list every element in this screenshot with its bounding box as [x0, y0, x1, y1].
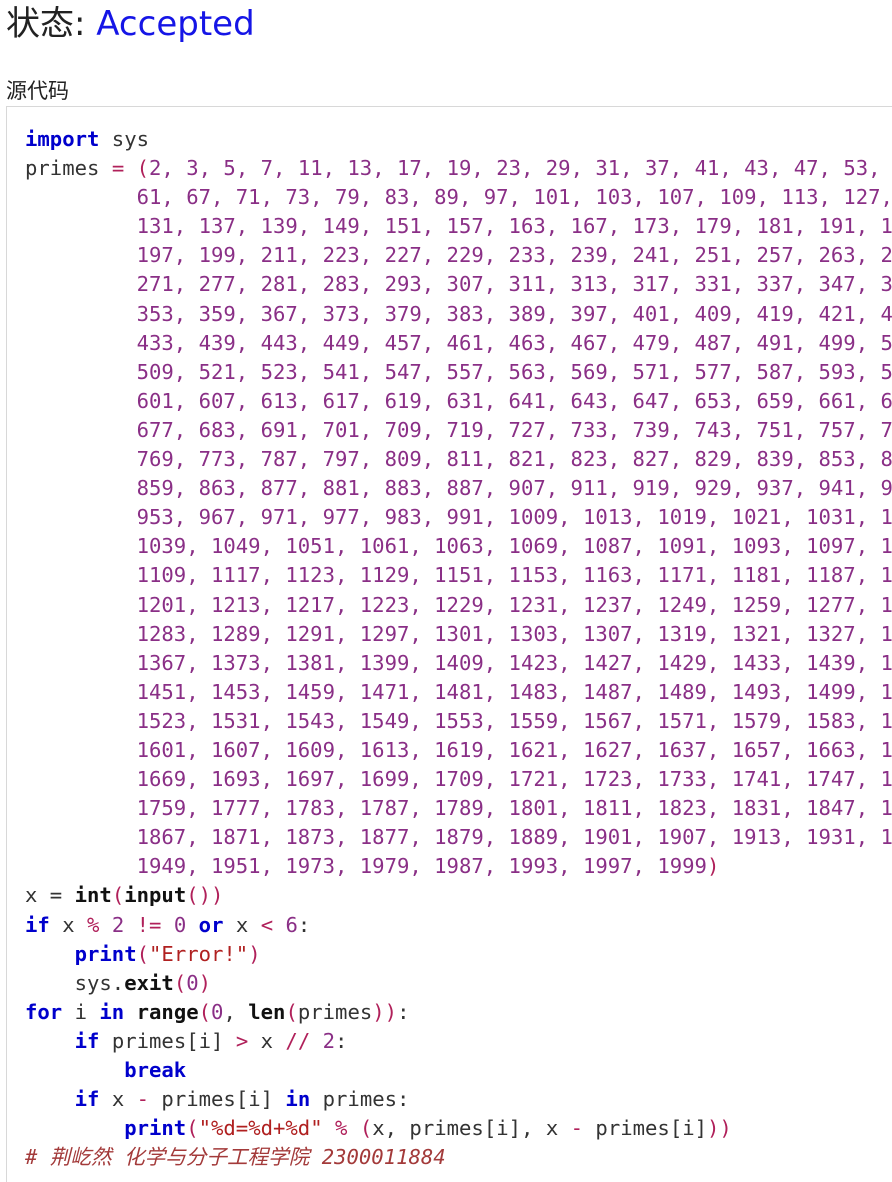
code-keyword: if — [25, 912, 50, 937]
code-number-line: 769, 773, 787, 797, 809, 811, 821, 823, … — [136, 447, 892, 472]
code-number-line: 1283, 1289, 1291, 1297, 1301, 1303, 1307… — [136, 621, 892, 646]
code-number-line: 61, 67, 71, 73, 79, 83, 89, 97, 101, 103… — [136, 185, 892, 210]
status-label: 状态: — [6, 4, 97, 44]
code-builtin: input — [124, 883, 187, 908]
code-number-line: 677, 683, 691, 701, 709, 719, 727, 733, … — [136, 417, 892, 442]
code-text: primes — [25, 156, 100, 181]
code-string: "%d=%d+%d" — [198, 1116, 323, 1141]
code-keyword: import — [25, 127, 100, 151]
status-line: 状态: Accepted — [6, 0, 255, 48]
code-builtin: exit — [124, 970, 174, 995]
code-builtin: int — [74, 883, 112, 908]
code-operator: = — [111, 156, 125, 181]
code-paren: ) — [706, 854, 720, 879]
code-number-line: 1109, 1117, 1123, 1129, 1151, 1153, 1163… — [136, 563, 892, 588]
source-code-box[interactable]: import sys primes = (2, 3, 5, 7, 11, 13,… — [6, 106, 892, 1182]
code-keyword: for — [25, 999, 63, 1024]
code-number-line: 1367, 1373, 1381, 1399, 1409, 1423, 1427… — [136, 650, 892, 675]
code-number-line: 509, 521, 523, 541, 547, 557, 563, 569, … — [136, 359, 892, 384]
code-number-line: 353, 359, 367, 373, 379, 383, 389, 397, … — [136, 301, 892, 326]
code-text: sys — [99, 127, 150, 151]
code-number-line: 1451, 1453, 1459, 1471, 1481, 1483, 1487… — [136, 679, 892, 704]
code-comment: # 荆屹然 化学与分子工程学院 2300011884 — [25, 1145, 446, 1170]
code-block: import sys primes = (2, 3, 5, 7, 11, 13,… — [25, 125, 892, 1172]
code-number-line: 1867, 1871, 1873, 1877, 1879, 1889, 1901… — [136, 825, 892, 850]
code-keyword: if — [74, 1028, 100, 1053]
code-number-line: 1523, 1531, 1543, 1549, 1553, 1559, 1567… — [136, 708, 892, 733]
code-keyword: in — [99, 999, 125, 1024]
code-number-line: 601, 607, 613, 617, 619, 631, 641, 643, … — [136, 388, 892, 413]
code-builtin: len — [248, 999, 286, 1024]
code-keyword: break — [124, 1058, 187, 1082]
code-keyword: print — [74, 941, 137, 966]
code-number-line: 1669, 1693, 1697, 1699, 1709, 1721, 1723… — [136, 767, 892, 792]
code-string: "Error!" — [149, 941, 249, 966]
code-number-line: 1201, 1213, 1217, 1223, 1229, 1231, 1237… — [136, 592, 892, 617]
code-number-line: 2, 3, 5, 7, 11, 13, 17, 19, 23, 29, 31, … — [149, 156, 892, 181]
code-builtin: range — [136, 999, 199, 1024]
code-number-line: 1949, 1951, 1973, 1979, 1987, 1993, 1997… — [136, 854, 707, 879]
code-number-line: 197, 199, 211, 223, 227, 229, 233, 239, … — [136, 243, 892, 268]
code-paren: ( — [136, 156, 150, 181]
code-number-line: 433, 439, 443, 449, 457, 461, 463, 467, … — [136, 330, 892, 355]
code-keyword: if — [74, 1087, 100, 1112]
status-accepted: Accepted — [96, 4, 255, 44]
code-number-line: 1601, 1607, 1609, 1613, 1619, 1621, 1627… — [136, 737, 892, 762]
code-number-line: 953, 967, 971, 977, 983, 991, 1009, 1013… — [136, 505, 892, 530]
code-number-line: 859, 863, 877, 881, 883, 887, 907, 911, … — [136, 476, 892, 501]
code-keyword: in — [285, 1087, 311, 1112]
code-text: x = — [25, 883, 75, 908]
code-keyword: print — [124, 1116, 187, 1141]
code-keyword: or — [198, 912, 224, 937]
code-number-line: 1039, 1049, 1051, 1061, 1063, 1069, 1087… — [136, 534, 892, 559]
code-number-line: 131, 137, 139, 149, 151, 157, 163, 167, … — [136, 214, 892, 239]
source-code-label: 源代码 — [6, 79, 69, 103]
code-number-line: 271, 277, 281, 283, 293, 307, 311, 313, … — [136, 272, 892, 297]
code-number-line: 1759, 1777, 1783, 1787, 1789, 1801, 1811… — [136, 796, 892, 821]
